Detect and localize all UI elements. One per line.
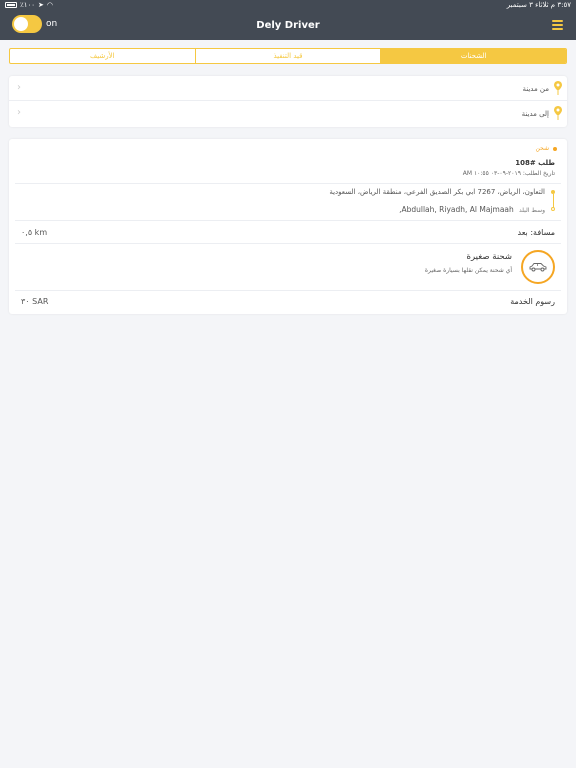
status-dot-icon xyxy=(553,146,557,151)
order-status-text: شحن xyxy=(535,145,549,152)
dropoff-address: وسط البلد Abdullah, Riyadh, Al Majmaah, xyxy=(399,205,545,214)
tab-bar: الشحنات قيد التنفيذ الأرشيف xyxy=(9,48,567,64)
route-line xyxy=(552,194,554,208)
wifi-icon: ◠ xyxy=(46,1,54,9)
distance-value: ٠,٥ km xyxy=(21,228,48,237)
divider xyxy=(15,243,561,244)
service-fee-label: رسوم الخدمة xyxy=(510,297,555,306)
order-status: شحن xyxy=(536,145,557,152)
status-bar: ٪١٠٠ ➤ ◠ ٣:٥٧ م ثلاثاء ٣ سبتمبر xyxy=(0,0,576,12)
pickup-address: التعاون، الرياض، 7267 ابي بكر الصديق الف… xyxy=(329,188,545,196)
vehicle-icon-circle xyxy=(521,250,555,284)
status-left: ٪١٠٠ ➤ ◠ xyxy=(5,1,53,9)
chevron-left-icon: ‹ xyxy=(17,82,21,93)
hamburger-menu-icon[interactable] xyxy=(552,20,563,30)
tab-shipments[interactable]: الشحنات xyxy=(380,49,566,63)
to-city-label: إلى مدينة xyxy=(521,110,549,118)
status-datetime: ٣:٥٧ م ثلاثاء ٣ سبتمبر xyxy=(506,1,571,9)
divider xyxy=(15,183,561,184)
nav-bar: on Dely Driver xyxy=(0,12,576,40)
battery-icon xyxy=(5,2,17,8)
order-date: تاريخ الطلب: ٢٠١٩-٠٩-٠٣ ١٠:٥٥ AM xyxy=(462,170,555,177)
page-title: Dely Driver xyxy=(256,20,320,31)
divider xyxy=(15,220,561,221)
tab-in-progress[interactable]: قيد التنفيذ xyxy=(194,49,381,63)
map-pin-icon xyxy=(554,106,562,120)
order-number: طلب #108 xyxy=(515,159,555,167)
city-filter-card: من مدينة ‹ إلى مدينة ‹ xyxy=(9,76,567,127)
from-city-label: من مدينة xyxy=(522,85,549,93)
service-fee-value: ٣٠ SAR xyxy=(21,297,49,306)
chevron-left-icon: ‹ xyxy=(17,107,21,118)
dropoff-name: Abdullah, Riyadh, Al Majmaah, xyxy=(399,205,514,214)
distance-label: مسافة: بعد xyxy=(517,228,556,237)
location-icon: ➤ xyxy=(38,1,44,9)
tab-archive[interactable]: الأرشيف xyxy=(10,49,195,63)
shipment-type-title: شحنة صغيرة xyxy=(466,252,512,262)
to-city-row[interactable]: إلى مدينة ‹ xyxy=(9,101,567,126)
dropoff-label: وسط البلد xyxy=(519,207,545,214)
car-icon xyxy=(529,263,547,272)
map-pin-icon xyxy=(554,81,562,95)
divider xyxy=(15,290,561,291)
order-card[interactable]: شحن طلب #108 تاريخ الطلب: ٢٠١٩-٠٩-٠٣ ١٠:… xyxy=(9,139,567,314)
route-end-icon xyxy=(551,207,555,211)
shipment-type-desc: أي شحنة يمكن نقلها بسيارة صغيرة xyxy=(424,267,512,274)
from-city-row[interactable]: من مدينة ‹ xyxy=(9,76,567,101)
battery-text: ٪١٠٠ xyxy=(20,1,36,9)
